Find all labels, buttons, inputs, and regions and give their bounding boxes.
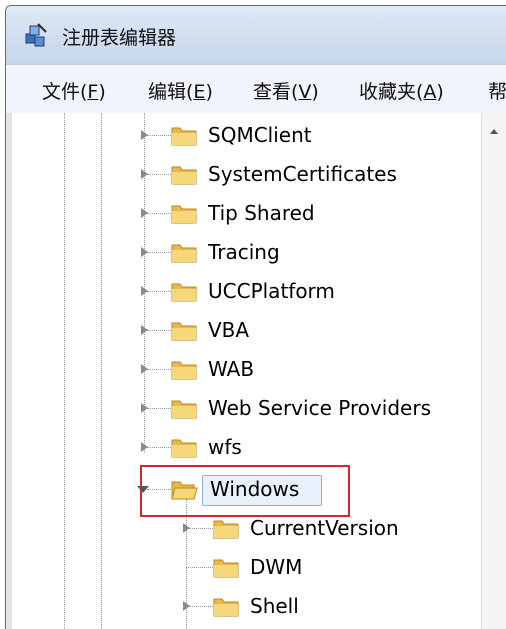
tree-item-label: CurrentVersion: [250, 516, 399, 540]
expand-arrow-icon[interactable]: [141, 442, 148, 452]
tree-item-label: WAB: [208, 357, 255, 381]
folder-icon: [171, 283, 197, 302]
expand-arrow-icon[interactable]: [141, 247, 148, 257]
tree-connector: [147, 252, 171, 253]
tree-connector: [147, 408, 171, 409]
vertical-scrollbar[interactable]: [481, 113, 506, 629]
expand-arrow-icon[interactable]: [183, 601, 190, 611]
folder-icon: [171, 205, 197, 224]
tree-connector: [147, 447, 171, 448]
registry-editor-window: 注册表编辑器 文件(F) 编辑(E) 查看(V) 收藏夹(A) 帮 SQMCli…: [5, 5, 506, 629]
expand-arrow-icon[interactable]: [141, 403, 148, 413]
tree-item-label: Windows: [210, 477, 300, 501]
tree-guide-line: [144, 113, 145, 453]
tree-item-label: UCCPlatform: [208, 279, 335, 303]
folder-icon: [171, 439, 197, 458]
menu-edit[interactable]: 编辑(E): [148, 77, 213, 104]
window-title: 注册表编辑器: [62, 27, 177, 49]
expand-arrow-icon[interactable]: [141, 169, 148, 179]
tree-connector: [147, 369, 171, 370]
folder-icon: [171, 361, 197, 380]
folder-icon: [171, 127, 197, 146]
tree-connector: [147, 135, 171, 136]
title-bar[interactable]: 注册表编辑器: [6, 6, 506, 64]
tree-item-label: wfs: [208, 435, 242, 459]
folder-open-icon: [171, 481, 198, 500]
tree-item-label: SQMClient: [208, 123, 312, 147]
collapse-arrow-icon[interactable]: [137, 486, 149, 493]
tree-item-label: Tracing: [208, 240, 280, 264]
tree-guide-line: [64, 113, 65, 629]
folder-icon: [171, 166, 197, 185]
tree-connector: [147, 174, 171, 175]
expand-arrow-icon[interactable]: [141, 286, 148, 296]
tree-guide-line: [101, 113, 102, 629]
tree-left-edge: [6, 113, 12, 629]
folder-icon: [171, 322, 197, 341]
registry-tree: SQMClient SystemCertificates Tip Shared …: [6, 113, 506, 629]
expand-arrow-icon[interactable]: [141, 208, 148, 218]
tree-item-label: Tip Shared: [208, 201, 315, 225]
expand-arrow-icon[interactable]: [141, 130, 148, 140]
tree-item-label: DWM: [250, 555, 303, 579]
tree-item-label: Web Service Providers: [208, 396, 431, 420]
folder-icon: [213, 598, 239, 617]
folder-icon: [171, 244, 197, 263]
tree-connector: [147, 330, 171, 331]
tree-connector: [189, 606, 213, 607]
tree-item-label: Shell: [250, 594, 299, 618]
tree-connector: [147, 213, 171, 214]
folder-icon: [213, 520, 239, 539]
tree-connector: [189, 528, 213, 529]
menu-help[interactable]: 帮: [488, 77, 506, 104]
expand-arrow-icon[interactable]: [141, 325, 148, 335]
menu-bar: 文件(F) 编辑(E) 查看(V) 收藏夹(A) 帮: [6, 64, 506, 114]
tree-connector: [147, 489, 171, 490]
tree-connector: [186, 567, 213, 568]
menu-view[interactable]: 查看(V): [253, 77, 319, 104]
tree-connector: [147, 291, 171, 292]
folder-icon: [171, 400, 197, 419]
tree-item-label: VBA: [208, 318, 250, 342]
folder-icon: [213, 559, 239, 578]
menu-file[interactable]: 文件(F): [42, 77, 106, 104]
tree-item-label: SystemCertificates: [208, 162, 397, 186]
registry-editor-icon: [25, 23, 47, 47]
expand-arrow-icon[interactable]: [141, 364, 148, 374]
expand-arrow-icon[interactable]: [183, 523, 190, 533]
menu-favorites[interactable]: 收藏夹(A): [359, 77, 444, 104]
scroll-up-arrow-icon[interactable]: [490, 129, 498, 134]
